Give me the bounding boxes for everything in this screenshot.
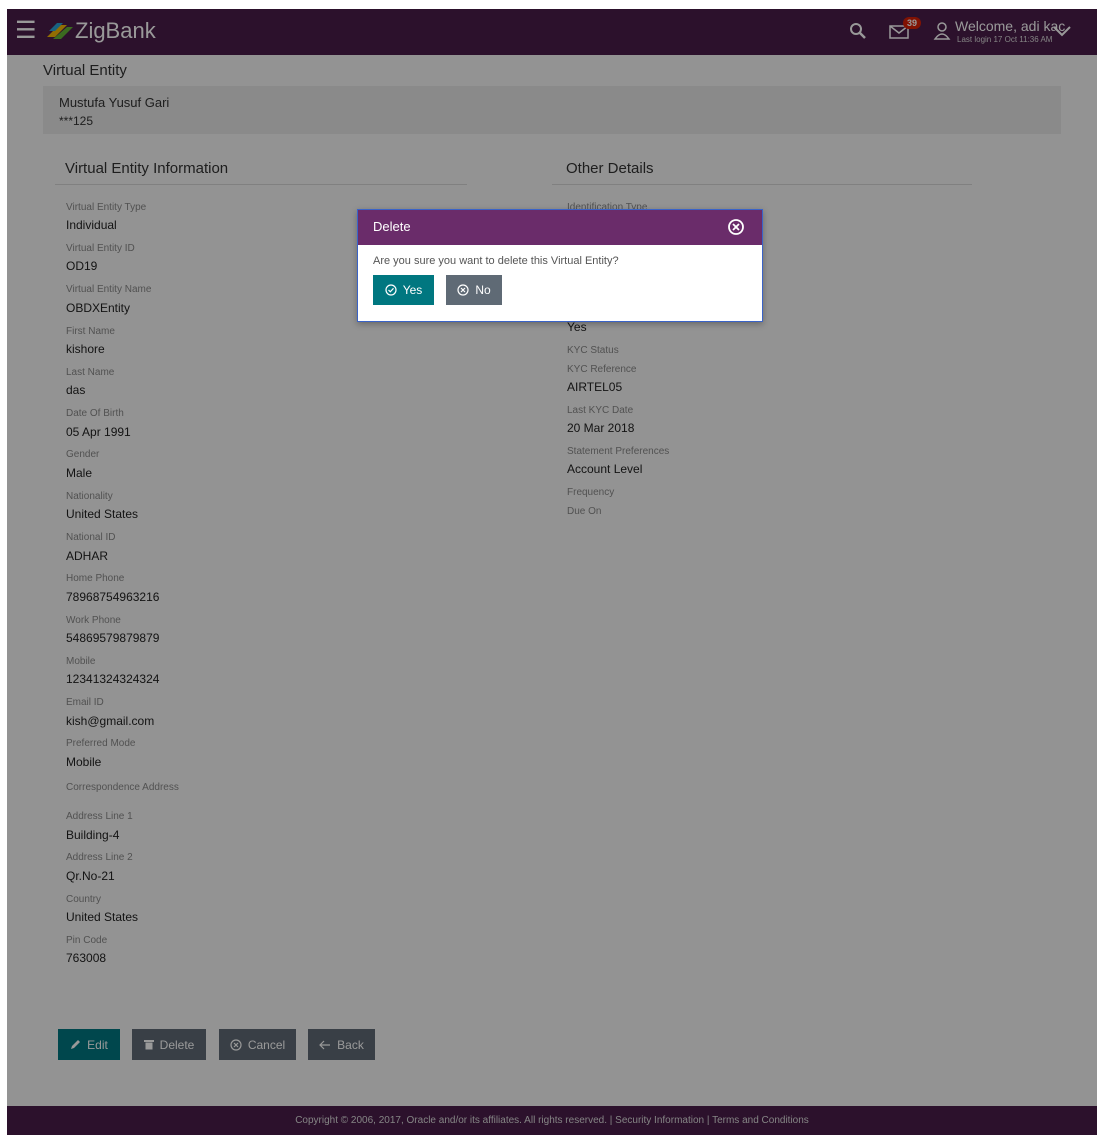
- confirm-yes-button[interactable]: Yes: [373, 275, 434, 305]
- dialog-message: Are you sure you want to delete this Vir…: [373, 255, 619, 267]
- close-circle-icon: [457, 284, 469, 296]
- yes-button-label: Yes: [402, 283, 423, 297]
- app-window: ☰ ZigBank 39 Welcome, adi kac Last login…: [7, 9, 1097, 1135]
- close-icon[interactable]: [726, 217, 746, 237]
- no-button-label: No: [475, 283, 491, 297]
- delete-confirmation-dialog: Delete Are you sure you want to delete t…: [357, 209, 763, 322]
- dialog-header: Delete: [358, 210, 762, 245]
- check-circle-icon: [385, 284, 397, 296]
- dialog-title: Delete: [373, 219, 411, 234]
- confirm-no-button[interactable]: No: [446, 275, 502, 305]
- modal-overlay: [7, 9, 1097, 1135]
